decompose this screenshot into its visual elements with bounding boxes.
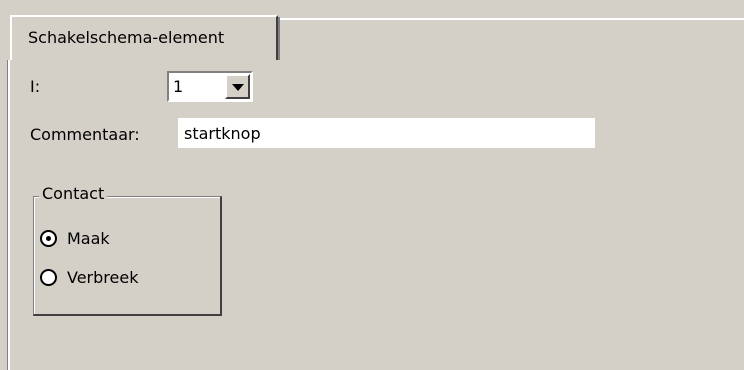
contact-option-maak-label: Maak [67,229,110,248]
panel-top-border [278,18,744,20]
contact-option-verbreek[interactable]: Verbreek [40,268,138,287]
i-select-dropdown-button[interactable] [225,74,250,99]
tab-shadow [278,17,280,60]
radio-selected-dot-icon [46,236,51,241]
chevron-down-icon [232,84,244,91]
comment-label: Commentaar: [30,125,140,144]
i-select-value: 1 [173,77,184,96]
comment-input[interactable] [178,118,595,148]
radio-selected-icon[interactable] [40,230,57,247]
radio-unselected-icon[interactable] [40,269,57,286]
panel-left-border [8,60,10,370]
i-label: I: [30,77,41,96]
tab-schakelschema-element[interactable]: Schakelschema-element [10,15,280,60]
contact-groupbox-title: Contact [39,184,108,203]
i-select[interactable]: 1 [167,71,253,102]
dialog-panel: Schakelschema-element I: 1 Commentaar: C… [0,0,744,370]
contact-option-maak[interactable]: Maak [40,229,110,248]
contact-option-verbreek-label: Verbreek [67,268,139,287]
contact-groupbox [33,196,222,316]
tab-label: Schakelschema-element [28,28,225,47]
